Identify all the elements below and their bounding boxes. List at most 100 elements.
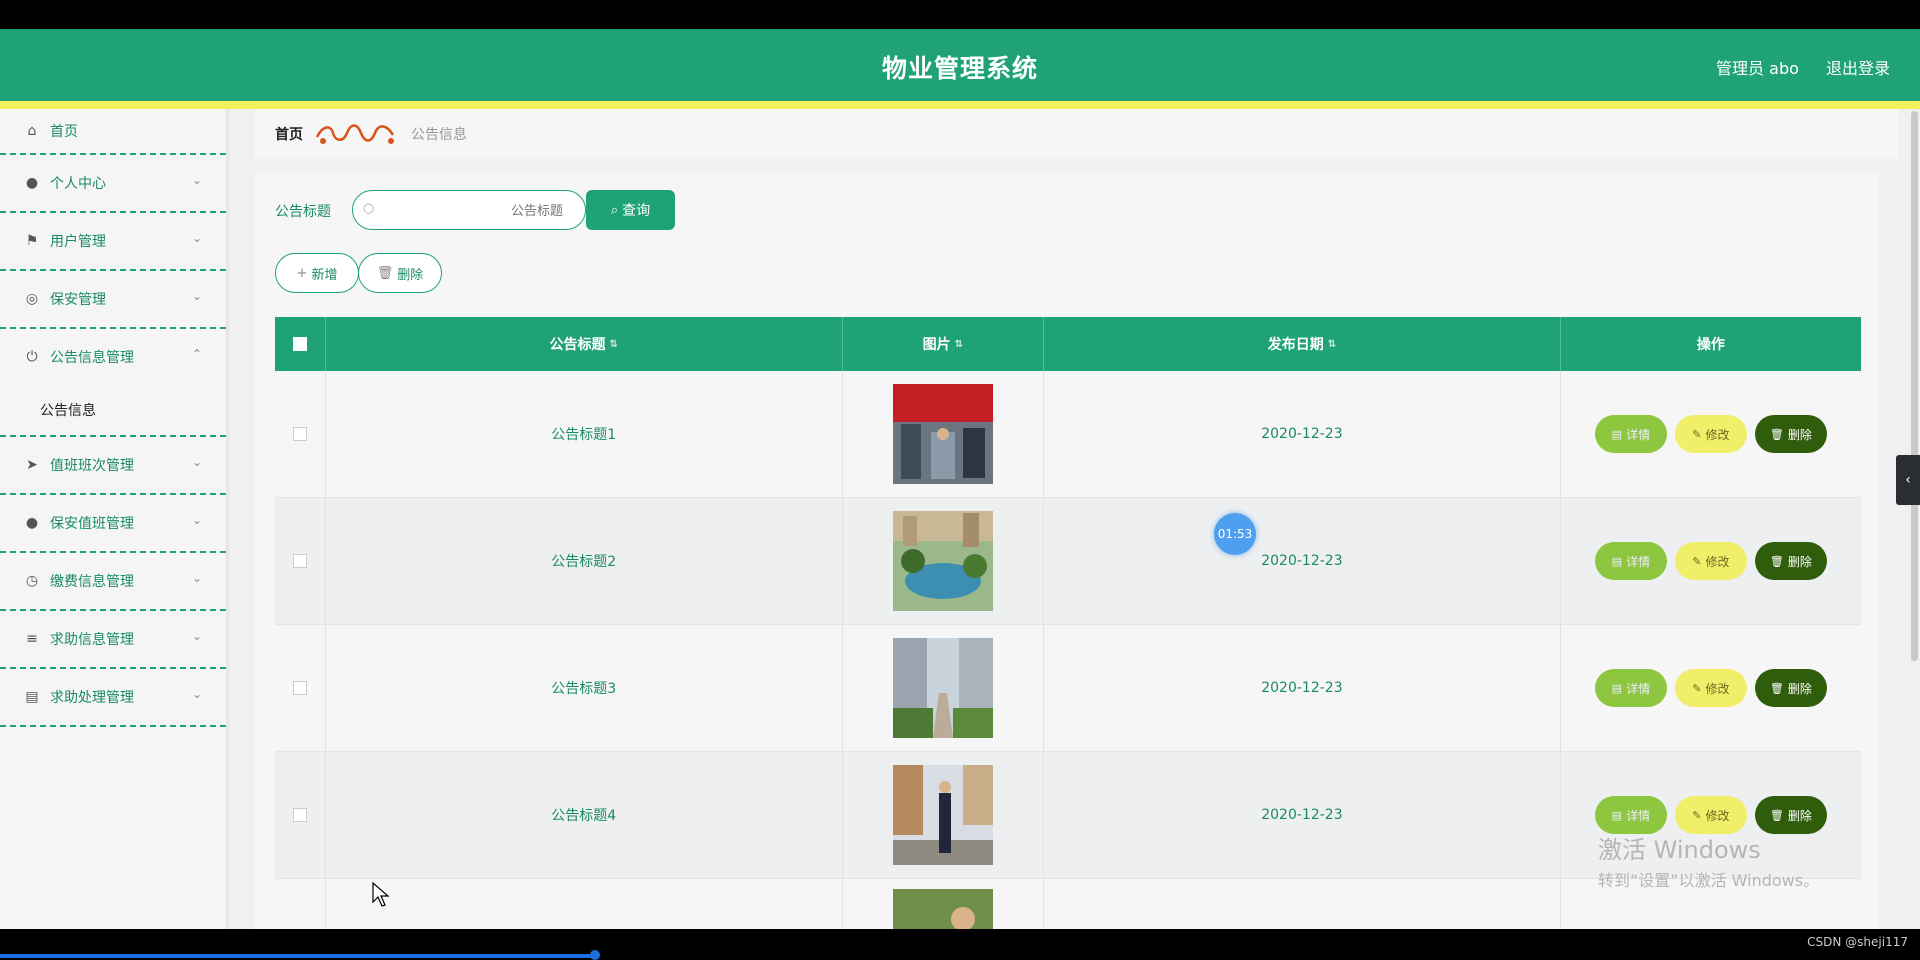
list-icon: ≡ [26,631,38,647]
detail-label: 详情 [1626,808,1651,823]
delete-button[interactable]: 🗑 删除 [1754,669,1827,707]
trash-icon: 🗑 [1769,427,1784,441]
add-button-label: 新增 [311,267,338,283]
document-icon: ▤ [1611,554,1623,568]
delete-button[interactable]: 🗑 删除 [1754,542,1827,580]
detail-label: 详情 [1626,554,1651,569]
watermark-line-2: 转到“设置”以激活 Windows。 [1598,871,1820,890]
logout-link[interactable]: 退出登录 [1826,59,1890,78]
credit-label: CSDN @sheji117 [1807,935,1908,949]
breadcrumb-home[interactable]: 首页 [275,124,303,144]
recording-timer: 01:53 [1214,513,1256,555]
edit-button[interactable]: ✎ 修改 [1674,542,1747,580]
sort-icon: ⇅ [1327,338,1337,350]
row-date: 2020-12-23 [1044,498,1561,624]
detail-button[interactable]: ▤ 详情 [1594,796,1667,834]
sidebar-item-label: 公告信息管理 [50,350,134,366]
delete-button[interactable]: 🗑 删除 [1754,796,1827,834]
document-icon: ▤ [1611,681,1623,695]
sidebar-item-security-management[interactable]: ◎ 保安管理 ⌄ [0,271,226,329]
delete-label: 删除 [1787,427,1812,442]
trash-icon: 🗑 [1769,681,1784,695]
sidebar-item-shift-management[interactable]: ➤ 值班班次管理 ⌄ [0,437,226,495]
sidebar-item-notice-management[interactable]: ⏻ 公告信息管理 ⌃ [0,329,226,385]
notice-image[interactable] [892,638,993,738]
chevron-down-icon: ⌄ [191,687,202,701]
sidebar-item-label: 首页 [50,124,78,140]
row-date: 2020-12-23 [1044,625,1561,751]
search-button[interactable]: ⌕ 查询 [586,190,675,230]
sidebar-item-guard-duty-management[interactable]: ● 保安值班管理 ⌄ [0,495,226,553]
column-image-label: 图片 [922,337,951,353]
chevron-down-icon: ⌄ [191,629,202,643]
edit-button[interactable]: ✎ 修改 [1674,415,1747,453]
sidebar-item-help-info-management[interactable]: ≡ 求助信息管理 ⌄ [0,611,226,669]
search-icon: ⌕ [610,202,619,218]
send-icon: ➤ [26,457,38,473]
gauge-icon: ◎ [25,291,39,307]
printer-icon: ▤ [25,689,39,705]
table-row: 公告标题3 2020-12-23 ▤ 详情 ✎ 修改 🗑 删除 [275,625,1861,752]
search-box[interactable]: ○ [352,190,586,231]
notice-image[interactable] [892,765,993,865]
document-icon: ▤ [1611,427,1623,441]
scrollbar-thumb[interactable] [1911,111,1918,661]
table-header: 公告标题 ⇅ 图片 ⇅ 发布日期 ⇅ 操作 [275,317,1861,371]
sidebar-item-personal-center[interactable]: ● 个人中心 ⌄ [0,155,226,213]
user-icon: ● [25,515,39,531]
row-checkbox[interactable] [292,808,307,822]
top-black-band [0,0,1920,29]
notice-image[interactable] [892,384,993,484]
notice-image[interactable] [892,511,993,611]
sidebar-item-user-management[interactable]: ⚑ 用户管理 ⌄ [0,213,226,271]
row-checkbox[interactable] [292,681,307,695]
batch-delete-button[interactable]: 🗑 删除 [358,253,442,293]
collapse-panel-button[interactable]: ‹ [1896,455,1920,505]
detail-button[interactable]: ▤ 详情 [1594,669,1667,707]
sidebar-subitem-notice-info[interactable]: 公告信息 [0,385,226,437]
search-input[interactable] [381,191,565,231]
search-icon: ○ [363,201,375,216]
sidebar-item-payment-management[interactable]: ◷ 缴费信息管理 ⌄ [0,553,226,611]
row-checkbox[interactable] [292,554,307,568]
chevron-down-icon: ⌄ [191,571,202,585]
select-all-checkbox[interactable] [292,337,307,351]
home-icon: ⌂ [27,123,37,139]
column-header-image[interactable]: 图片 ⇅ [843,317,1045,371]
chevron-up-icon: ⌃ [191,347,202,361]
column-title-label: 公告标题 [549,337,606,353]
chevron-down-icon: ⌄ [191,455,202,469]
flag-icon: ⚑ [25,233,39,249]
column-actions-label: 操作 [1696,337,1725,353]
row-date: 2020-12-23 [1044,371,1561,497]
table-row: 公告标题1 2020-12-23 ▤ 详情 ✎ 修改 🗑 删除 [275,371,1861,498]
column-header-title[interactable]: 公告标题 ⇅ [326,317,843,371]
app-title: 物业管理系统 [881,54,1038,83]
column-header-date[interactable]: 发布日期 ⇅ [1044,317,1561,371]
edit-button[interactable]: ✎ 修改 [1674,796,1747,834]
delete-label: 删除 [1787,808,1812,823]
row-date: 2020-12-23 [1044,752,1561,878]
table-row: 公告标题2 2020-12-23 ▤ 详情 ✎ 修改 🗑 删除 [275,498,1861,625]
notice-image[interactable] [892,889,993,932]
add-button[interactable]: + 新增 [275,253,359,293]
pencil-icon: ✎ [1692,554,1702,568]
search-button-label: 查询 [622,203,651,219]
sidebar-menu: ⌂ 首页 ● 个人中心 ⌄ ⚑ 用户管理 ⌄ ◎ 保安管理 ⌄ ⏻ 公告信息管理… [0,109,229,929]
sidebar-item-home[interactable]: ⌂ 首页 [0,109,226,155]
sidebar-item-help-handling-management[interactable]: ▤ 求助处理管理 ⌄ [0,669,226,727]
document-icon: ▤ [1611,808,1623,822]
chevron-down-icon: ⌄ [191,231,202,245]
delete-button[interactable]: 🗑 删除 [1754,415,1827,453]
plus-icon: + [296,265,308,281]
delete-label: 删除 [1787,681,1812,696]
detail-label: 详情 [1626,681,1651,696]
edit-button[interactable]: ✎ 修改 [1674,669,1747,707]
detail-button[interactable]: ▤ 详情 [1594,415,1667,453]
row-checkbox[interactable] [292,427,307,441]
windows-activation-watermark: 激活 Windows 转到“设置”以激活 Windows。 [1598,830,1819,891]
video-progress-bar[interactable] [0,954,596,958]
detail-button[interactable]: ▤ 详情 [1594,542,1667,580]
search-label: 公告标题 [275,204,331,220]
current-user-label: 管理员 abo [1716,59,1799,78]
